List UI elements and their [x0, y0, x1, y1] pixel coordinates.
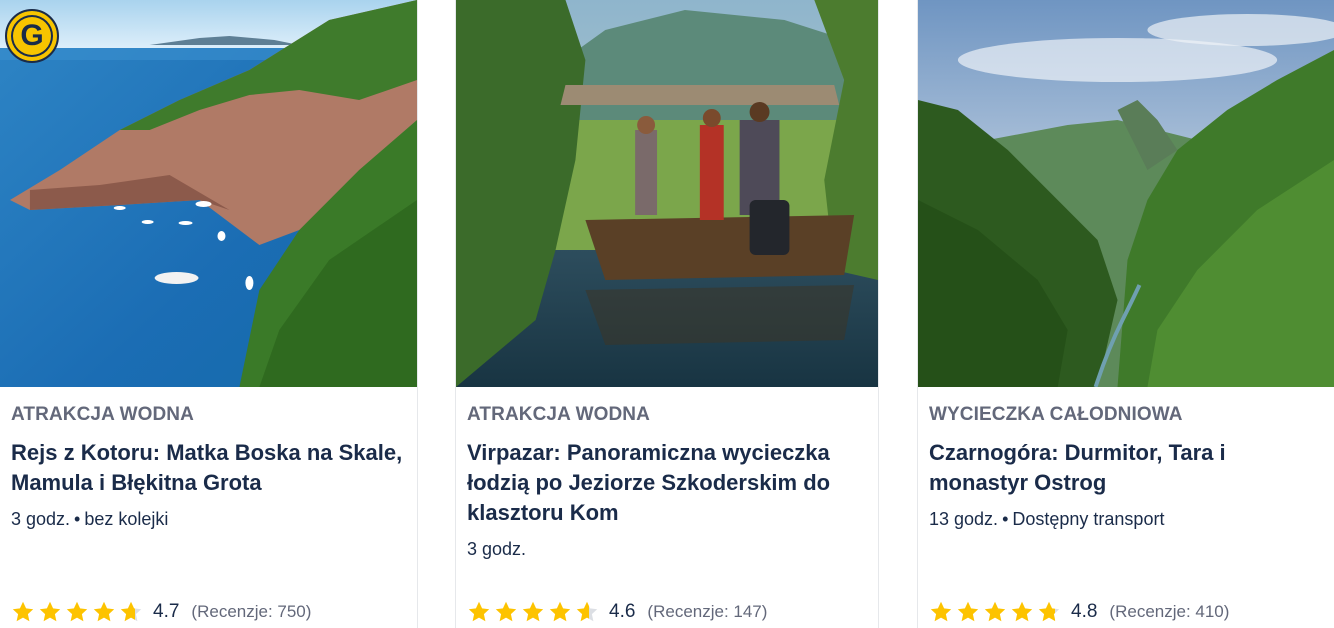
rating-score: 4.8 [1071, 601, 1098, 622]
activity-card-1[interactable]: G ATRAKCJA WODNA Rejs z Kotoru: Matka Bo… [0, 0, 418, 628]
star-icon [12, 601, 34, 622]
rating-stars [929, 600, 1061, 624]
duration: 3 godz. [467, 539, 527, 559]
activity-image-1[interactable] [0, 0, 417, 387]
extra-feature: bez kolejki [84, 509, 169, 529]
duration: 3 godz. [11, 509, 71, 529]
star-icon [39, 601, 61, 622]
star-icon [1011, 601, 1033, 622]
star-icon [576, 601, 598, 622]
activity-category: ATRAKCJA WODNA [467, 404, 650, 425]
star-icon [1038, 601, 1060, 622]
rating-row: 4.7 (Recenzje: 750) [11, 599, 311, 625]
rating-row: 4.6 (Recenzje: 147) [467, 599, 767, 625]
rating-score: 4.7 [153, 601, 180, 622]
star-icon [957, 601, 979, 622]
activity-meta: 3 godz. [467, 538, 864, 560]
activity-title[interactable]: Virpazar: Panoramiczna wycieczka łodzią … [467, 438, 864, 528]
rating-stars [11, 600, 143, 624]
activity-meta: 3 godz. • bez kolejki [11, 508, 403, 530]
rating-row: 4.8 (Recenzje: 410) [929, 599, 1229, 625]
star-icon [522, 601, 544, 622]
activity-title[interactable]: Czarnogóra: Durmitor, Tara i monastyr Os… [929, 438, 1320, 498]
review-count: (Recenzje: 750) [191, 602, 312, 621]
star-icon [468, 601, 490, 622]
activity-meta: 13 godz. • Dostępny transport [929, 508, 1320, 530]
rating-stars [467, 600, 599, 624]
review-count: (Recenzje: 147) [647, 602, 768, 621]
activity-category: ATRAKCJA WODNA [11, 404, 194, 425]
badge-g-icon: G [5, 9, 59, 63]
activity-card-3[interactable]: WYCIECZKA CAŁODNIOWA Czarnogóra: Durmito… [917, 0, 1334, 628]
extra-feature: Dostępny transport [1012, 509, 1165, 529]
activity-category: WYCIECZKA CAŁODNIOWA [929, 404, 1183, 425]
separator-dot: • [74, 509, 81, 529]
activity-card-2[interactable]: ATRAKCJA WODNA Virpazar: Panoramiczna wy… [455, 0, 879, 628]
separator-dot: • [1002, 509, 1009, 529]
activity-image-3[interactable] [918, 0, 1334, 387]
star-icon [66, 601, 88, 622]
star-icon [93, 601, 115, 622]
review-count: (Recenzje: 410) [1109, 602, 1230, 621]
star-icon [930, 601, 952, 622]
activity-title[interactable]: Rejs z Kotoru: Matka Boska na Skale, Mam… [11, 438, 403, 498]
rating-score: 4.6 [609, 601, 636, 622]
star-icon [495, 601, 517, 622]
star-icon [120, 601, 142, 622]
activity-image-2[interactable] [456, 0, 878, 387]
star-icon [984, 601, 1006, 622]
duration: 13 godz. [929, 509, 999, 529]
star-icon [549, 601, 571, 622]
